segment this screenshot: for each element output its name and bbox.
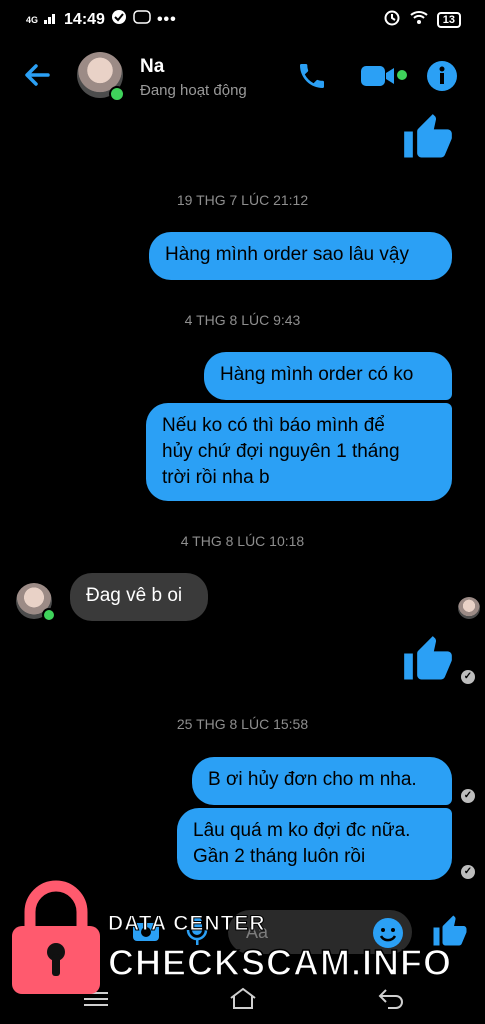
contact-name[interactable]: Na [140,56,164,78]
network-label: 4G [26,14,39,25]
timestamp: 4 THG 8 LÚC 9:43 [184,312,301,328]
signal-icon [44,11,58,29]
chat-header: Na Đang hoạt động [0,46,485,106]
outgoing-message[interactable]: Lâu quá m ko đợi đc nữa. Gần 2 tháng luô… [177,808,452,880]
sent-check-icon: ✓ [461,670,475,684]
online-indicator [109,86,125,102]
back-arrow-icon[interactable] [22,60,52,95]
watermark: DATA CENTER CHECKSCAM.INFO [8,876,478,996]
watermark-line1: DATA CENTER [108,912,266,936]
check-circle-icon [111,9,127,30]
thumbs-up-icon [402,112,454,169]
outgoing-message[interactable]: Hàng mình order có ko [204,352,452,400]
info-icon[interactable] [426,60,458,97]
more-notifications-icon: ••• [156,10,177,28]
seen-avatar [458,597,480,619]
lock-icon [10,880,102,1001]
video-call-icon[interactable] [360,62,400,95]
wifi-icon [409,9,429,30]
thumbs-up-icon [402,634,454,691]
phone-icon[interactable] [296,60,328,97]
status-bar: 4G 14:49 ••• 13 [0,0,485,36]
sent-check-icon: ✓ [461,789,475,803]
active-status: Đang hoạt động [140,82,247,99]
outgoing-message[interactable]: B ơi hủy đơn cho m nha. [192,757,452,805]
outgoing-message[interactable]: Hàng mình order sao lâu vậy [149,232,452,280]
zalo-icon [133,9,151,30]
incoming-message[interactable]: Đag vê b oi [70,573,208,621]
watermark-line2: CHECKSCAM.INFO [107,941,452,984]
timestamp: 4 THG 8 LÚC 10:18 [180,533,305,549]
outgoing-message[interactable]: Nếu ko có thì báo mình để hủy chứ đợi ng… [146,403,452,501]
video-online-dot [397,70,407,80]
alarm-icon [383,8,401,31]
timestamp: 19 THG 7 LÚC 21:12 [176,192,309,208]
timestamp: 25 THG 8 LÚC 15:58 [176,716,309,732]
online-indicator [42,608,56,622]
clock: 14:49 [64,10,105,28]
battery-icon: 13 [436,11,461,28]
